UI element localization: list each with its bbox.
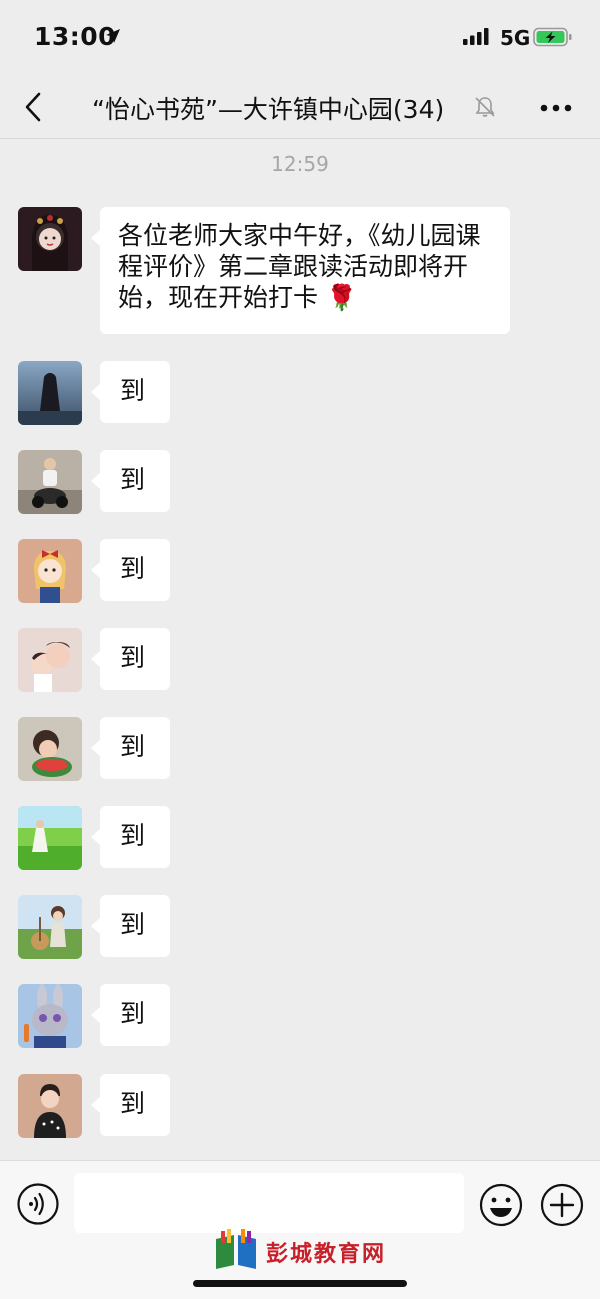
message-text: 到 <box>120 999 146 1028</box>
message-input[interactable] <box>74 1173 464 1233</box>
battery-charging-icon <box>533 27 572 47</box>
chat-header: “怡心书苑”—大许镇中心园(34) <box>0 76 600 139</box>
avatar[interactable] <box>18 984 82 1048</box>
input-bar: 彭城教育网 <box>0 1160 600 1299</box>
message-text: 到 <box>120 1089 146 1118</box>
message-timestamp: 12:59 <box>271 152 329 176</box>
message-text: 到 <box>120 643 146 672</box>
message-text: 到 <box>120 732 146 761</box>
avatar[interactable] <box>18 806 82 870</box>
network-type-label: 5G <box>500 26 531 50</box>
watermark-text: 彭城教育网 <box>266 1242 387 1267</box>
message-bubble[interactable]: 到 <box>91 984 170 1046</box>
message-bubble[interactable]: 到 <box>91 806 170 868</box>
back-chevron-icon[interactable] <box>22 91 44 123</box>
avatar[interactable] <box>18 450 82 514</box>
status-bar: 13:00 5G <box>0 0 600 76</box>
message-bubble[interactable]: 到 <box>91 895 170 957</box>
message-text: 各位老师大家中午好，《幼儿园课程评价》第二章跟读活动即将开始，现在开始打卡 <box>118 221 481 312</box>
chat-title: “怡心书苑”—大许镇中心园(34) <box>92 95 445 124</box>
message-bubble[interactable]: 到 <box>91 628 170 690</box>
message-bubble[interactable]: 到 <box>91 539 170 601</box>
add-attachment-icon[interactable] <box>540 1183 584 1227</box>
avatar[interactable] <box>18 361 82 425</box>
watermark-book-logo <box>216 1229 256 1269</box>
message-bubble[interactable]: 到 <box>91 717 170 779</box>
voice-input-icon[interactable] <box>17 1183 59 1225</box>
emoji-icon[interactable] <box>479 1183 523 1227</box>
message-text: 到 <box>120 465 146 494</box>
home-indicator <box>193 1280 407 1287</box>
message-bubble[interactable]: 到 <box>91 361 170 423</box>
avatar[interactable] <box>18 628 82 692</box>
avatar[interactable] <box>18 895 82 959</box>
message-text: 到 <box>120 376 146 405</box>
message-text: 到 <box>120 910 146 939</box>
message-bubble[interactable]: 到 <box>91 450 170 512</box>
avatar[interactable] <box>18 717 82 781</box>
location-arrow-icon <box>106 29 120 43</box>
message-bubble[interactable]: 各位老师大家中午好，《幼儿园课程评价》第二章跟读活动即将开始，现在开始打卡 🌹 <box>91 207 510 334</box>
avatar[interactable] <box>18 1074 82 1138</box>
mute-bell-icon <box>475 97 495 117</box>
rose-emoji: 🌹 <box>325 283 358 312</box>
avatar[interactable] <box>18 539 82 603</box>
message-text: 到 <box>120 821 146 850</box>
message-text: 到 <box>120 554 146 583</box>
more-options-icon[interactable] <box>540 104 572 112</box>
avatar[interactable] <box>18 207 82 271</box>
message-bubble[interactable]: 到 <box>91 1074 170 1136</box>
cellular-signal-icon <box>463 28 489 45</box>
